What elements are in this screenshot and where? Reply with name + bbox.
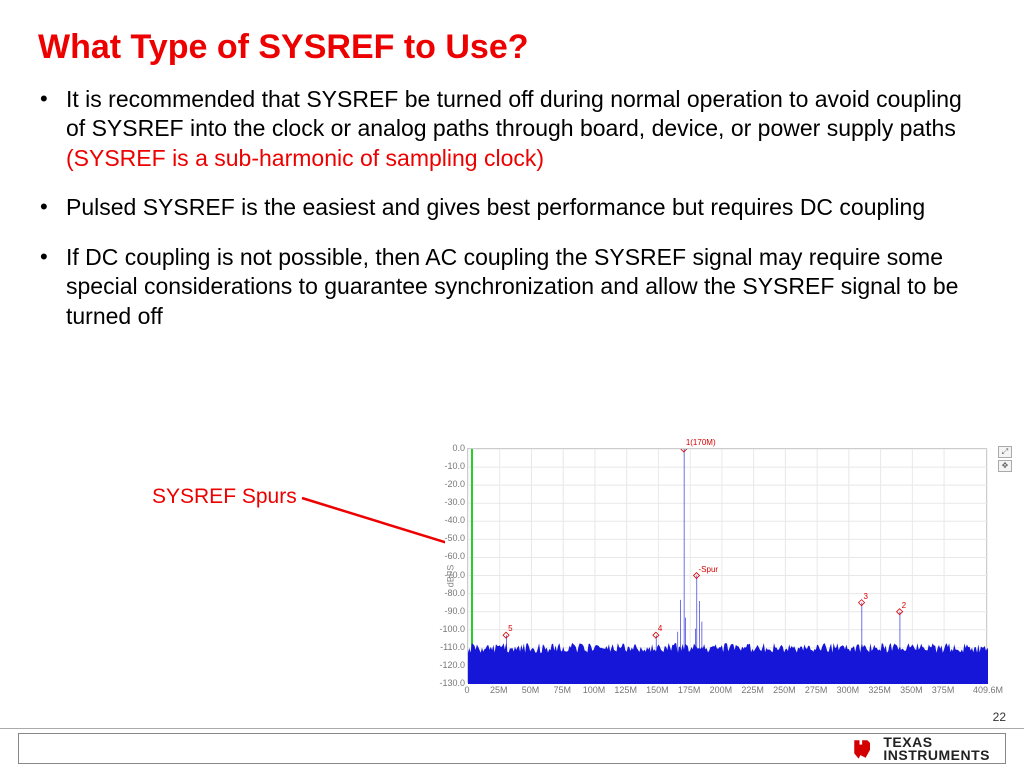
bullet-text: If DC coupling is not possible, then AC … — [66, 244, 958, 329]
chart-xtick: 100M — [580, 685, 608, 695]
footer: TEXAS INSTRUMENTS — [0, 728, 1024, 768]
page-number: 22 — [993, 710, 1006, 724]
chart-marker-label: 5 — [508, 624, 512, 633]
chart-xtick: 300M — [834, 685, 862, 695]
chart-xtick: 25M — [485, 685, 513, 695]
zoom-icon[interactable]: ⤢ — [998, 446, 1012, 458]
chart-xtick: 125M — [612, 685, 640, 695]
chart-marker-label: 2 — [902, 601, 906, 610]
chart-xtick: 350M — [897, 685, 925, 695]
ti-word-line2: INSTRUMENTS — [883, 749, 990, 762]
ti-mark-icon — [849, 735, 877, 763]
bullet-text: It is recommended that SYSREF be turned … — [66, 86, 962, 141]
chart-xtick: 75M — [548, 685, 576, 695]
chart-xtick: 409.6M — [973, 685, 1001, 695]
annotation-label: SYSREF Spurs — [152, 485, 297, 509]
chart-plot-area — [467, 448, 987, 683]
chart-xtick: 175M — [675, 685, 703, 695]
chart-ytick: -90.0 — [439, 606, 465, 616]
bullet-item: It is recommended that SYSREF be turned … — [38, 85, 986, 173]
chart-ytick: -120.0 — [439, 660, 465, 670]
chart-ytick: -40.0 — [439, 515, 465, 525]
chart-xtick: 0 — [453, 685, 481, 695]
chart-ytick: -70.0 — [439, 570, 465, 580]
bullet-item: If DC coupling is not possible, then AC … — [38, 243, 986, 331]
chart-xtick: 200M — [707, 685, 735, 695]
chart-xtick: 375M — [929, 685, 957, 695]
bullet-item: Pulsed SYSREF is the easiest and gives b… — [38, 193, 986, 222]
slide: What Type of SYSREF to Use? It is recomm… — [0, 0, 1024, 768]
chart-marker-label: 1(170M) — [686, 438, 716, 447]
pan-icon[interactable]: ✥ — [998, 460, 1012, 472]
chart-ytick: 0.0 — [439, 443, 465, 453]
chart-xtick: 275M — [802, 685, 830, 695]
chart-marker-label: 3 — [864, 592, 868, 601]
spectrum-chart: dBFS ⤢ ✥ 0.0-10.0-20.0-30.0-40.0-50.0-60… — [445, 440, 1000, 712]
chart-xtick: 225M — [739, 685, 767, 695]
chart-ytick: -50.0 — [439, 533, 465, 543]
chart-xtick: 150M — [643, 685, 671, 695]
chart-svg — [468, 449, 988, 684]
chart-ytick: -30.0 — [439, 497, 465, 507]
chart-ytick: -80.0 — [439, 588, 465, 598]
bullet-list: It is recommended that SYSREF be turned … — [38, 85, 986, 331]
chart-ytick: -60.0 — [439, 551, 465, 561]
bullet-text: Pulsed SYSREF is the easiest and gives b… — [66, 194, 925, 220]
chart-ytick: -20.0 — [439, 479, 465, 489]
chart-ytick: -10.0 — [439, 461, 465, 471]
ti-wordmark: TEXAS INSTRUMENTS — [883, 736, 990, 761]
chart-xtick: 250M — [770, 685, 798, 695]
bullet-emphasis: (SYSREF is a sub-harmonic of sampling cl… — [66, 145, 544, 171]
chart-marker-label: 4 — [658, 624, 662, 633]
slide-title: What Type of SYSREF to Use? — [38, 28, 986, 67]
chart-ytick: -100.0 — [439, 624, 465, 634]
ti-logo: TEXAS INSTRUMENTS — [849, 729, 990, 768]
chart-xtick: 50M — [516, 685, 544, 695]
chart-ytick: -110.0 — [439, 642, 465, 652]
chart-marker-label: -Spur — [699, 565, 719, 574]
chart-tool-icons: ⤢ ✥ — [998, 446, 1012, 472]
chart-xtick: 325M — [866, 685, 894, 695]
